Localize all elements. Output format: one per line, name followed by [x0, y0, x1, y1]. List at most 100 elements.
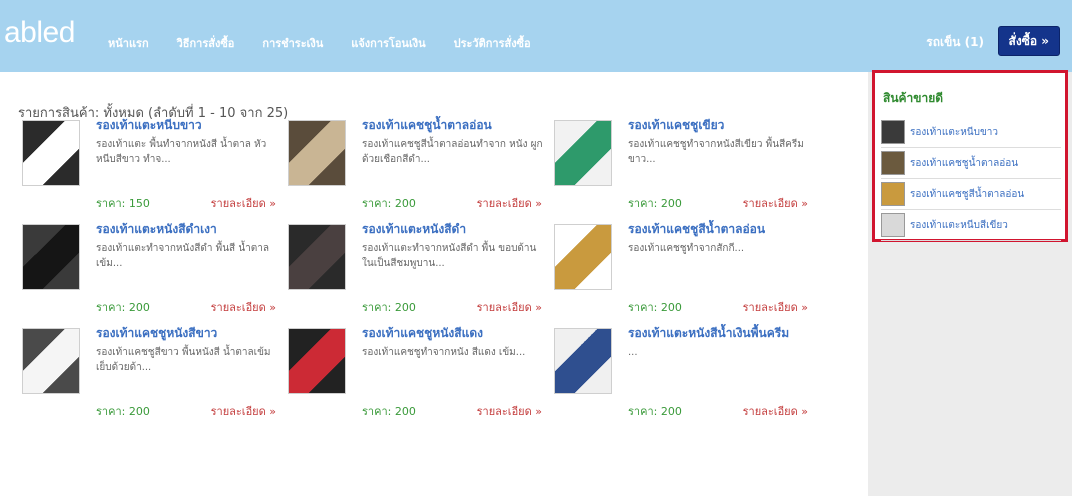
- product-name[interactable]: รองเท้าแตะหนังสีดำ: [362, 222, 544, 237]
- product-description: รองเท้าแตะทำจากหนังสีดำ พื้นสี น้ำตาลเข้…: [96, 243, 270, 269]
- details-link[interactable]: รายละเอียด »: [477, 194, 542, 212]
- bestseller-thumbnail: [881, 120, 905, 144]
- product-card: รองเท้าแคชชูหนังสีขาวรองเท้าแคชชูสีขาว พ…: [22, 326, 285, 430]
- price-line: ราคา: 200 รายละเอียด »: [96, 298, 286, 316]
- product-info: รองเท้าแตะหนังสีน้ำเงินพื้นครีม...: [628, 326, 810, 360]
- price-label: ราคา:: [362, 197, 392, 210]
- product-thumbnail[interactable]: [22, 224, 80, 290]
- site-logo[interactable]: abled: [4, 16, 75, 50]
- bestseller-thumbnail: [881, 182, 905, 206]
- price-label: ราคา:: [362, 405, 392, 418]
- price-line: ราคา: 200 รายละเอียด »: [628, 194, 818, 212]
- product-name[interactable]: รองเท้าแคชชูสีน้ำตาลอ่อน: [628, 222, 810, 237]
- bestseller-item[interactable]: รองเท้าแตะหนีบขาว: [881, 117, 1061, 148]
- price-label: ราคา:: [628, 405, 658, 418]
- price-label: ราคา:: [96, 301, 126, 314]
- product-description: รองเท้าแคชชูทำจากสักกี...: [628, 243, 745, 254]
- product-card: รองเท้าแคชชูสีน้ำตาลอ่อนรองเท้าแคชชูทำจา…: [554, 222, 817, 326]
- price-value: 200: [394, 405, 416, 418]
- product-card: รองเท้าแคชชูเขียวรองเท้าแคชชูทำจากหนังสี…: [554, 118, 817, 222]
- details-link[interactable]: รายละเอียด »: [211, 402, 276, 420]
- price-value: 200: [660, 197, 682, 210]
- details-link[interactable]: รายละเอียด »: [743, 402, 808, 420]
- product-name[interactable]: รองเท้าแตะหนังสีดำเงา: [96, 222, 278, 237]
- details-link[interactable]: รายละเอียด »: [743, 194, 808, 212]
- bestseller-list: รองเท้าแตะหนีบขาวรองเท้าแคชชูน้ำตาลอ่อนร…: [881, 117, 1061, 241]
- product-name[interactable]: รองเท้าแคชชูเขียว: [628, 118, 810, 133]
- price-line: ราคา: 200 รายละเอียด »: [628, 298, 818, 316]
- bestseller-label: รองเท้าแคชชูน้ำตาลอ่อน: [910, 157, 1019, 169]
- price-line: ราคา: 200 รายละเอียด »: [362, 402, 552, 420]
- product-thumbnail[interactable]: [554, 224, 612, 290]
- bestseller-thumbnail: [881, 151, 905, 175]
- price-line: ราคา: 200 รายละเอียด »: [362, 194, 552, 212]
- product-thumbnail[interactable]: [22, 120, 80, 186]
- bestseller-item[interactable]: รองเท้าแตะหนีบสีเขียว: [881, 210, 1061, 241]
- product-info: รองเท้าแคชชูน้ำตาลอ่อนรองเท้าแคชชูสีน้ำต…: [362, 118, 544, 167]
- product-info: รองเท้าแคชชูเขียวรองเท้าแคชชูทำจากหนังสี…: [628, 118, 810, 167]
- details-link[interactable]: รายละเอียด »: [477, 298, 542, 316]
- product-description: รองเท้าแตะ พื้นทำจากหนังสี น้ำตาล หัวหนี…: [96, 139, 267, 165]
- product-info: รองเท้าแตะหนังสีดำรองเท้าแตะทำจากหนังสีด…: [362, 222, 544, 271]
- bestseller-item[interactable]: รองเท้าแคชชูสีน้ำตาลอ่อน: [881, 179, 1061, 210]
- product-thumbnail[interactable]: [288, 120, 346, 186]
- price-line: ราคา: 200 รายละเอียด »: [362, 298, 552, 316]
- price-label: ราคา:: [628, 197, 658, 210]
- order-button[interactable]: สั่งซื้อ »: [997, 26, 1060, 56]
- product-thumbnail[interactable]: [288, 224, 346, 290]
- product-description: รองเท้าแคชชูทำจากหนัง สีแดง เข้ม...: [362, 347, 526, 358]
- price-value: 200: [394, 197, 416, 210]
- nav-payment-notice[interactable]: แจ้งการโอนเงิน: [351, 34, 425, 52]
- bestseller-thumbnail: [881, 213, 905, 237]
- product-card: รองเท้าแตะหนีบขาวรองเท้าแตะ พื้นทำจากหนั…: [22, 118, 285, 222]
- bestseller-label: รองเท้าแตะหนีบสีเขียว: [910, 219, 1008, 231]
- product-thumbnail[interactable]: [22, 328, 80, 394]
- price-value: 200: [128, 405, 150, 418]
- product-thumbnail[interactable]: [554, 120, 612, 186]
- product-card: รองเท้าแคชชูน้ำตาลอ่อนรองเท้าแคชชูสีน้ำต…: [288, 118, 551, 222]
- product-name[interactable]: รองเท้าแคชชูหนังสีแดง: [362, 326, 544, 341]
- bestseller-title: สินค้าขายดี: [883, 91, 944, 105]
- product-info: รองเท้าแตะหนังสีดำเงารองเท้าแตะทำจากหนัง…: [96, 222, 278, 271]
- product-description: รองเท้าแคชชูสีน้ำตาลอ่อนทำจาก หนัง ผูกด้…: [362, 139, 543, 165]
- product-description: รองเท้าแคชชูทำจากหนังสีเขียว พื้นสีครีมข…: [628, 139, 804, 165]
- details-link[interactable]: รายละเอียด »: [211, 194, 276, 212]
- product-name[interactable]: รองเท้าแตะหนังสีน้ำเงินพื้นครีม: [628, 326, 810, 341]
- product-thumbnail[interactable]: [288, 328, 346, 394]
- product-description: ...: [628, 347, 638, 358]
- bestseller-label: รองเท้าแตะหนีบขาว: [910, 126, 999, 138]
- product-thumbnail[interactable]: [554, 328, 612, 394]
- product-info: รองเท้าแคชชูหนังสีแดงรองเท้าแคชชูทำจากหน…: [362, 326, 544, 360]
- product-info: รองเท้าแคชชูหนังสีขาวรองเท้าแคชชูสีขาว พ…: [96, 326, 278, 375]
- nav-payment[interactable]: การชำระเงิน: [262, 34, 323, 52]
- details-link[interactable]: รายละเอียด »: [477, 402, 542, 420]
- price-label: ราคา:: [362, 301, 392, 314]
- price-value: 150: [128, 197, 150, 210]
- price-line: ราคา: 150 รายละเอียด »: [96, 194, 286, 212]
- details-link[interactable]: รายละเอียด »: [743, 298, 808, 316]
- price-line: ราคา: 200 รายละเอียด »: [96, 402, 286, 420]
- product-name[interactable]: รองเท้าแตะหนีบขาว: [96, 118, 278, 133]
- product-description: รองเท้าแคชชูสีขาว พื้นหนังสี น้ำตาลเข้ม …: [96, 347, 271, 373]
- product-info: รองเท้าแคชชูสีน้ำตาลอ่อนรองเท้าแคชชูทำจา…: [628, 222, 810, 256]
- product-name[interactable]: รองเท้าแคชชูหนังสีขาว: [96, 326, 278, 341]
- product-card: รองเท้าแตะหนังสีดำเงารองเท้าแตะทำจากหนัง…: [22, 222, 285, 326]
- details-link[interactable]: รายละเอียด »: [211, 298, 276, 316]
- product-card: รองเท้าแตะหนังสีน้ำเงินพื้นครีม... ราคา: …: [554, 326, 817, 430]
- nav-order-history[interactable]: ประวัติการสั่งซื้อ: [454, 34, 531, 52]
- product-card: รองเท้าแคชชูหนังสีแดงรองเท้าแคชชูทำจากหน…: [288, 326, 551, 430]
- price-value: 200: [660, 405, 682, 418]
- main-nav: หน้าแรก วิธีการสั่งซื้อ การชำระเงิน แจ้ง…: [108, 34, 531, 52]
- price-value: 200: [128, 301, 150, 314]
- nav-how-to-order[interactable]: วิธีการสั่งซื้อ: [177, 34, 235, 52]
- product-info: รองเท้าแตะหนีบขาวรองเท้าแตะ พื้นทำจากหนั…: [96, 118, 278, 167]
- bestseller-item[interactable]: รองเท้าแคชชูน้ำตาลอ่อน: [881, 148, 1061, 179]
- bestseller-label: รองเท้าแคชชูสีน้ำตาลอ่อน: [910, 188, 1025, 200]
- product-card: รองเท้าแตะหนังสีดำรองเท้าแตะทำจากหนังสีด…: [288, 222, 551, 326]
- cart-link[interactable]: รถเข็น (1): [926, 33, 984, 52]
- bestseller-panel: สินค้าขายดี รองเท้าแตะหนีบขาวรองเท้าแคชช…: [872, 70, 1068, 242]
- product-description: รองเท้าแตะทำจากหนังสีดำ พื้น ขอบด้านในเป…: [362, 243, 537, 269]
- nav-home[interactable]: หน้าแรก: [108, 34, 149, 52]
- top-navigation-bar: abled หน้าแรก วิธีการสั่งซื้อ การชำระเงิ…: [0, 0, 1072, 72]
- product-name[interactable]: รองเท้าแคชชูน้ำตาลอ่อน: [362, 118, 544, 133]
